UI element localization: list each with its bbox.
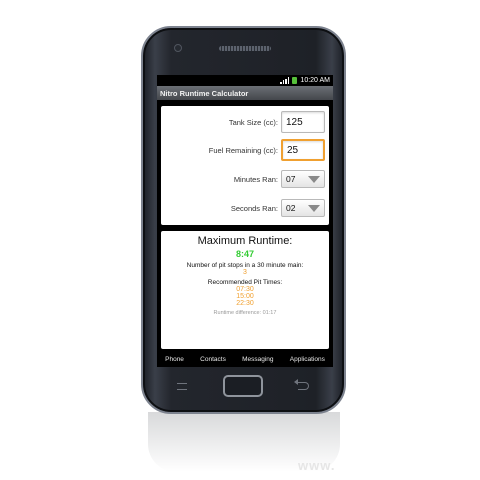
pit-time-item: 22:30 bbox=[236, 300, 254, 307]
results-title: Maximum Runtime: bbox=[197, 235, 293, 247]
dock-applications[interactable]: Applications bbox=[290, 356, 325, 363]
stage: 10:20 AM Nitro Runtime Calculator Tank S… bbox=[0, 0, 480, 480]
minutes-ran-label: Minutes Ran: bbox=[233, 174, 278, 184]
results-panel: Maximum Runtime: 8:47 Number of pit stop… bbox=[161, 231, 329, 349]
earpiece-speaker bbox=[219, 46, 271, 51]
status-time: 10:20 AM bbox=[300, 77, 330, 84]
fuel-remaining-input[interactable]: 25 bbox=[281, 139, 325, 161]
minutes-ran-row: Minutes Ran: 07 bbox=[234, 168, 325, 190]
fuel-remaining-label: Fuel Remaining (cc): bbox=[208, 145, 278, 155]
pit-time-item: 07:30 bbox=[236, 286, 254, 293]
chevron-down-icon bbox=[308, 204, 320, 212]
seconds-ran-label: Seconds Ran: bbox=[230, 203, 278, 213]
dock-messaging[interactable]: Messaging bbox=[242, 356, 273, 363]
pit-stops-value: 3 bbox=[243, 269, 247, 276]
battery-icon bbox=[292, 77, 298, 84]
pit-time-item: 15:00 bbox=[236, 293, 254, 300]
home-button[interactable] bbox=[223, 375, 263, 397]
watermark: www. bbox=[298, 458, 336, 473]
pit-stops-label: Number of pit stops in a 30 minute main: bbox=[186, 262, 304, 269]
menu-key-icon[interactable] bbox=[177, 383, 187, 390]
back-key-icon[interactable] bbox=[294, 379, 309, 390]
seconds-ran-value: 02 bbox=[286, 203, 296, 213]
minutes-ran-value: 07 bbox=[286, 174, 296, 184]
tank-size-input[interactable]: 125 bbox=[281, 111, 325, 133]
seconds-ran-row: Seconds Ran: 02 bbox=[231, 197, 325, 219]
app-title-bar: Nitro Runtime Calculator bbox=[157, 86, 333, 100]
max-runtime-value: 8:47 bbox=[235, 249, 254, 259]
app-title: Nitro Runtime Calculator bbox=[160, 88, 249, 98]
launcher-dock: Phone Contacts Messaging Applications bbox=[157, 352, 333, 367]
fuel-remaining-row: Fuel Remaining (cc): 25 bbox=[209, 139, 325, 161]
phone-screen: 10:20 AM Nitro Runtime Calculator Tank S… bbox=[157, 75, 333, 367]
tank-size-label: Tank Size (cc): bbox=[228, 117, 278, 127]
signal-icon bbox=[280, 77, 290, 84]
minutes-ran-spinner[interactable]: 07 bbox=[281, 170, 325, 188]
dock-contacts[interactable]: Contacts bbox=[200, 356, 226, 363]
status-bar: 10:20 AM bbox=[157, 75, 333, 86]
runtime-difference: Runtime difference: 01:17 bbox=[213, 310, 277, 316]
inputs-panel: Tank Size (cc): 125 Fuel Remaining (cc):… bbox=[161, 106, 329, 225]
pit-times-label: Recommended Pit Times: bbox=[207, 279, 283, 286]
front-camera bbox=[174, 44, 182, 52]
chevron-down-icon bbox=[308, 175, 320, 183]
seconds-ran-spinner[interactable]: 02 bbox=[281, 199, 325, 217]
dock-phone[interactable]: Phone bbox=[165, 356, 184, 363]
tank-size-row: Tank Size (cc): 125 bbox=[229, 111, 325, 133]
